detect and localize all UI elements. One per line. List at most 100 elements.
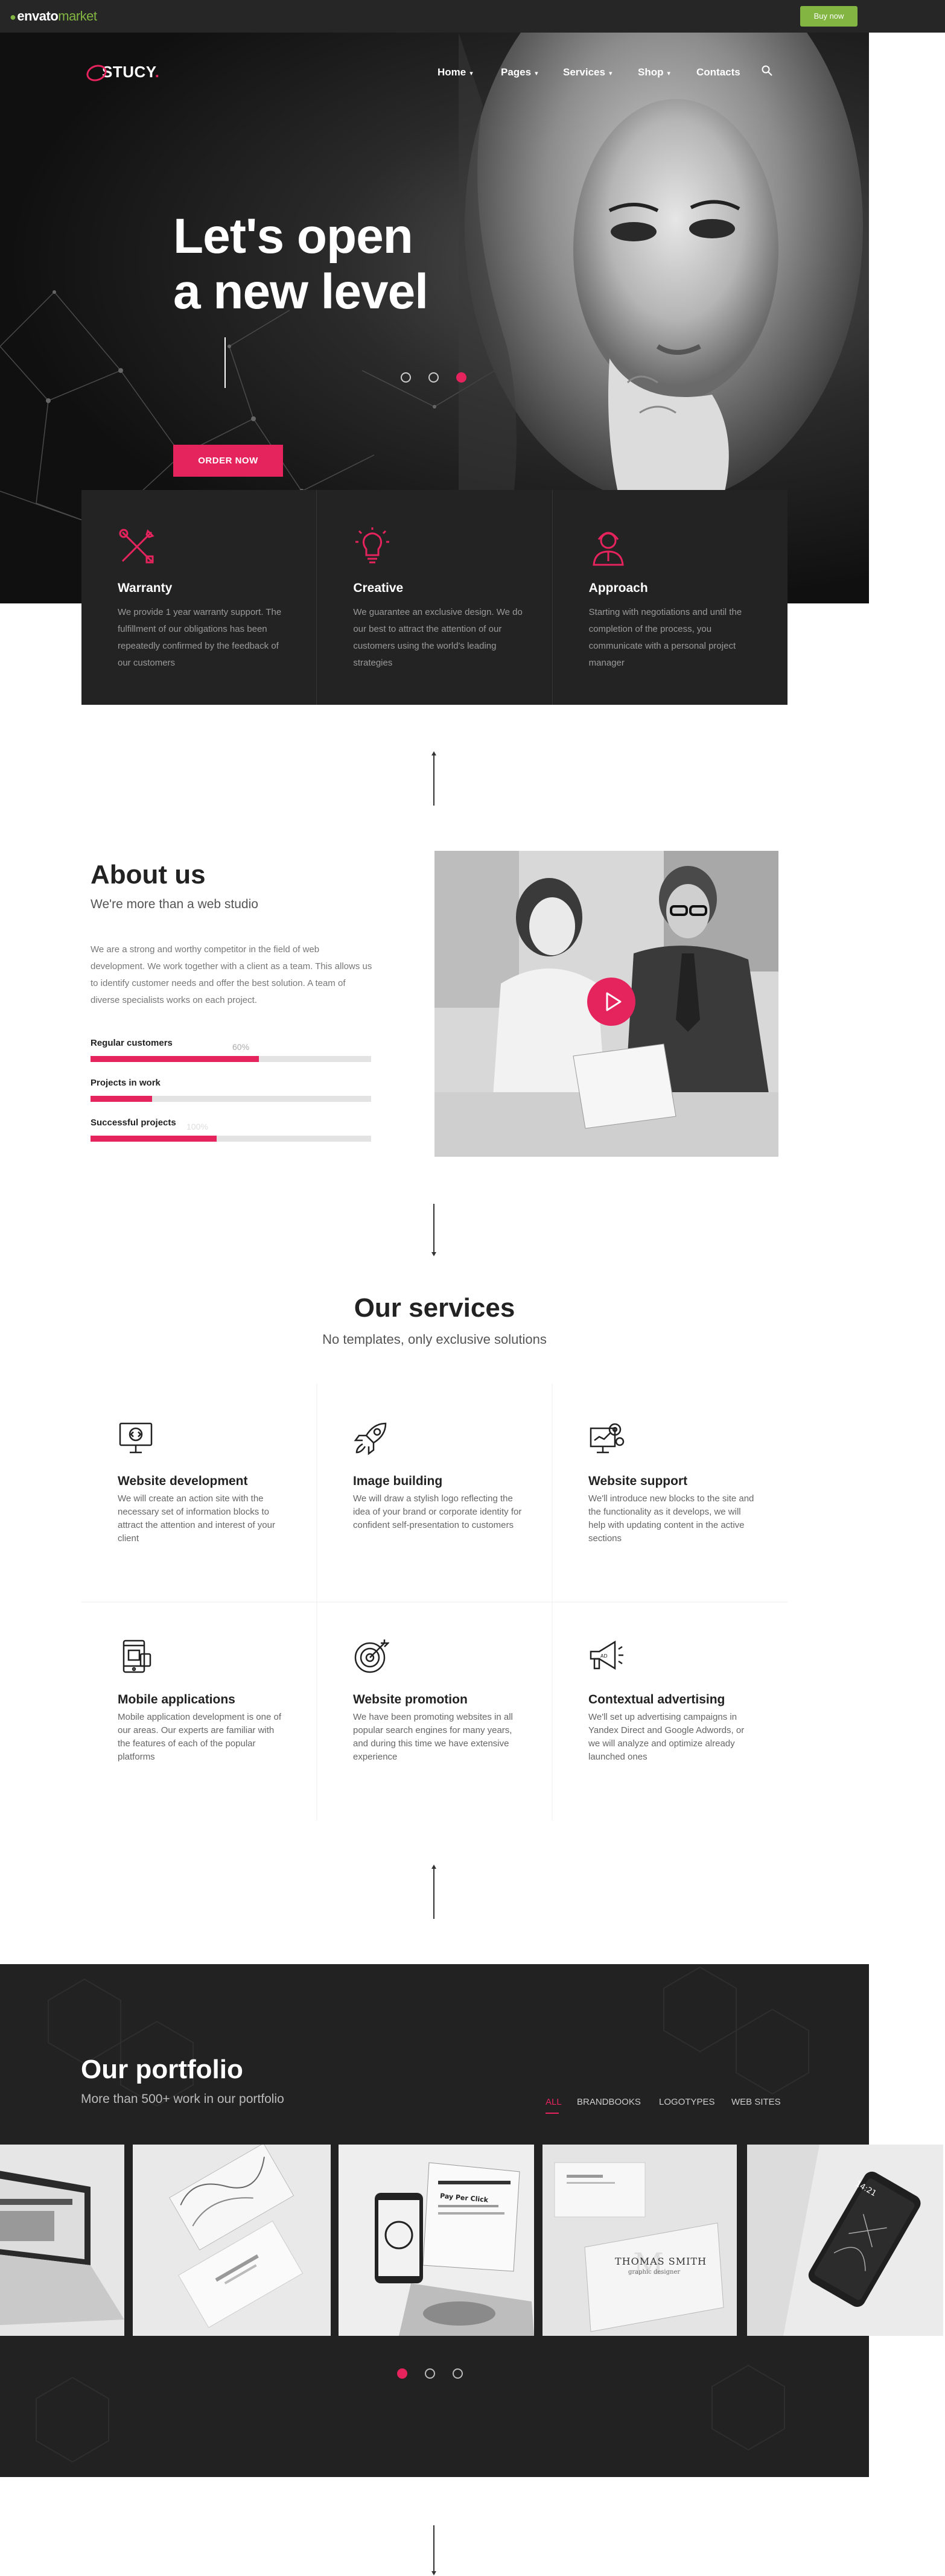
features-panel: Warranty We provide 1 year warranty supp… [81,490,788,705]
service-title: Website support [588,1474,688,1488]
envato-logo-word: envato [17,8,59,24]
feature-card: Approach Starting with negotiations and … [553,490,788,705]
hero-title: Let's open a new level [173,209,511,320]
progress-label: Regular customers [91,1038,173,1048]
portfolio-item[interactable] [133,2145,331,2336]
feature-text: Starting with negotiations and until the… [588,607,742,668]
lightbulb-icon [355,527,390,564]
filter-web-sites[interactable]: WEB SITES [731,2097,781,2107]
website-devices-mockup-image [339,2145,534,2336]
tools-icon [119,529,154,564]
services-subtitle: No templates, only exclusive solutions [322,1332,547,1347]
service-title: Image building [353,1474,443,1488]
nav-item-contacts[interactable]: Contacts [696,66,740,78]
nav-item-services[interactable]: Services ▾ [563,66,612,78]
nav-item-shop[interactable]: Shop ▾ [638,66,670,78]
order-now-button[interactable]: ORDER NOW [173,445,283,477]
chevron-down-icon: ▾ [608,70,612,77]
branding-card-mockup-image: M [542,2145,737,2336]
portfolio-dot-2[interactable] [425,2368,435,2379]
filter-brandbooks[interactable]: BRANDBOOKS [577,2097,641,2107]
feature-title: Approach [588,581,648,595]
service-text: Mobile application development is one of… [118,1712,282,1762]
services-title: Our services [354,1293,515,1323]
svg-text:AD: AD [600,1653,608,1659]
service-text: We'll introduce new blocks to the site a… [588,1493,754,1544]
envato-logo[interactable]: ●envatomarket [10,8,97,24]
target-icon [354,1639,389,1673]
service-card: Website development We will create an ac… [81,1384,317,1601]
megaphone-icon: AD [590,1640,623,1670]
hero-title-line1: Let's open [173,209,413,264]
service-text: We will draw a stylish logo reflecting t… [353,1493,522,1530]
service-title: Contextual advertising [588,1693,725,1706]
slider-dot-3[interactable] [456,372,466,383]
progress-label: Successful projects [91,1118,176,1128]
feature-title: Warranty [118,581,173,595]
progress-bar [91,1136,371,1142]
buy-now-button[interactable]: Buy now [800,6,858,27]
feature-text: We provide 1 year warranty support. The … [118,607,282,668]
progress-label: Projects in work [91,1078,161,1088]
scroll-arrow-icon [431,1865,437,1919]
portfolio-dot-1[interactable] [397,2368,407,2379]
service-text: We'll set up advertising campaigns in Ya… [588,1712,745,1762]
filter-active-underline [546,2113,559,2114]
progress-fill [91,1056,259,1062]
business-cards-mockup-image [133,2145,331,2336]
feature-title: Creative [353,581,404,595]
nav-label: Pages [501,66,532,78]
portfolio-item[interactable]: 14:21 [747,2145,943,2336]
brand-logo[interactable]: STUCY. [84,62,159,84]
play-button[interactable] [587,978,635,1026]
service-text: We will create an action site with the n… [118,1493,275,1544]
nav-label: Services [563,66,605,78]
phone-mockup-image [747,2145,943,2336]
service-title: Website development [118,1474,248,1488]
hero-divider-line [224,337,226,388]
search-icon[interactable] [762,65,772,76]
progress-fill [91,1096,153,1102]
scroll-arrow-icon [431,2525,437,2576]
feature-text: We guarantee an exclusive design. We do … [353,607,523,668]
mockup-card-name-text: THOMAS SMITH [615,2256,707,2267]
portfolio-item[interactable]: Pay Per Click [339,2145,534,2336]
service-card: Image building We will draw a stylish lo… [317,1384,552,1601]
support-gears-icon [590,1423,625,1454]
service-text: We have been promoting websites in all p… [353,1712,513,1762]
service-card: Website promotion We have been promoting… [317,1602,552,1819]
feature-card: Warranty We provide 1 year warranty supp… [81,490,317,705]
play-icon [606,992,622,1011]
progress-percent: 100% [186,1122,208,1131]
slider-dot-2[interactable] [428,372,439,383]
portfolio-item[interactable]: M THOMAS SMITH graphic designer [542,2145,737,2336]
slider-dot-1[interactable] [401,372,411,383]
rocket-icon [354,1422,387,1455]
envato-logo-market: market [58,8,97,24]
monitor-code-icon [119,1422,153,1454]
progress-bar [91,1056,371,1062]
portfolio-dot-3[interactable] [453,2368,463,2379]
about-text: We are a strong and worthy competitor in… [91,944,372,1005]
progress-bar [91,1096,371,1102]
about-subtitle: We're more than a web studio [91,897,258,911]
mobile-app-icon [122,1639,151,1673]
about-title: About us [91,860,206,889]
nav-item-home[interactable]: Home ▾ [438,66,473,78]
portfolio-item[interactable] [0,2145,124,2336]
nav-label: Home [438,66,466,78]
hero-title-line2: a new level [173,264,428,319]
leaf-icon: ● [10,11,16,23]
progress-fill [91,1136,217,1142]
service-card: Mobile applications Mobile application d… [81,1602,317,1819]
about-video-thumbnail[interactable] [434,851,778,1157]
scroll-arrow-icon [431,1204,437,1258]
service-card: AD Contextual advertising We'll set up a… [552,1602,788,1819]
filter-logotypes[interactable]: LOGOTYPES [659,2097,715,2107]
manager-icon [593,532,624,566]
service-card: Website support We'll introduce new bloc… [552,1384,788,1601]
portfolio-title: Our portfolio [81,2055,243,2084]
nav-item-pages[interactable]: Pages ▾ [501,66,538,78]
filter-all[interactable]: ALL [546,2097,562,2107]
nav-label: Shop [638,66,664,78]
